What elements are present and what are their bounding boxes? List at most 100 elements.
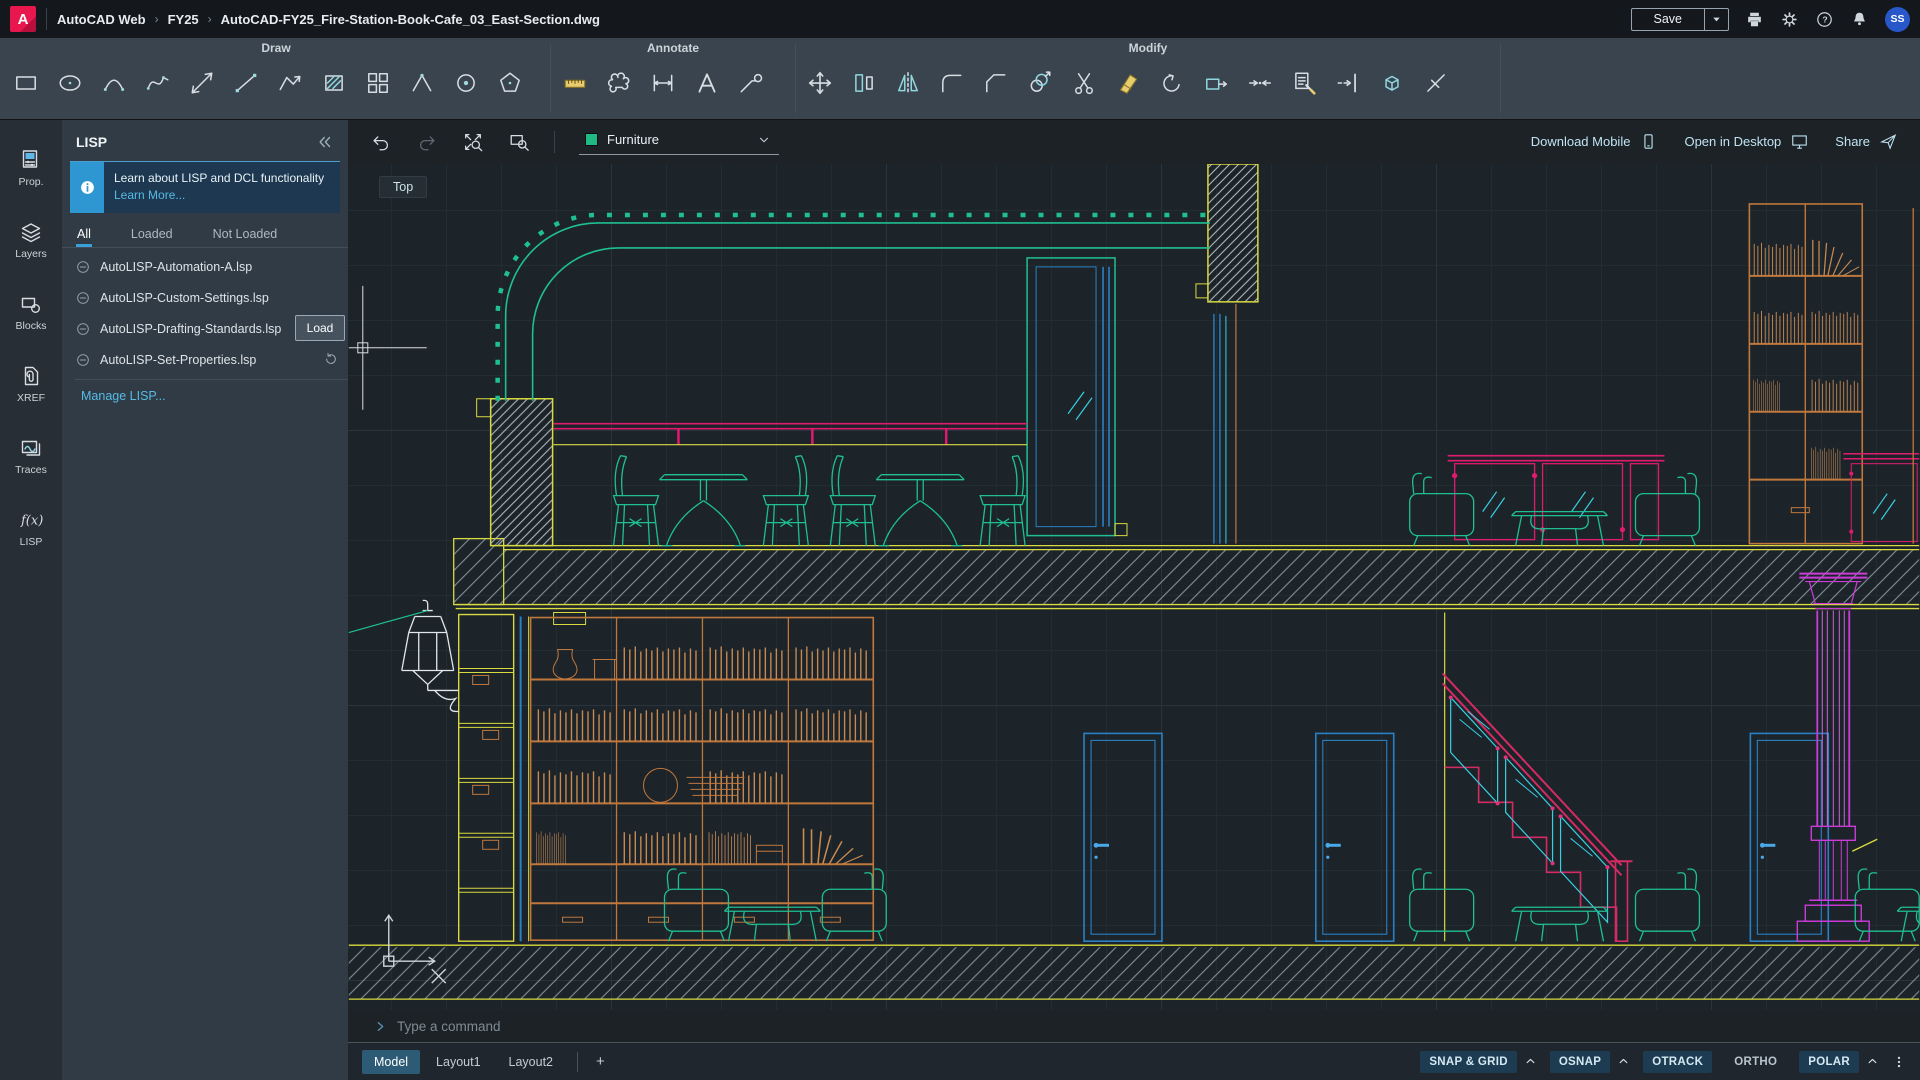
lisp-file-row[interactable]: AutoLISP-Set-Properties.lsp [62,344,348,375]
stairs [1443,673,1633,941]
tool-hatch-icon[interactable] [312,58,356,108]
divider [550,44,551,113]
sidebar-item-traces[interactable]: Traces [0,424,62,488]
load-button[interactable]: Load [295,315,345,341]
user-avatar[interactable]: SS [1885,7,1910,32]
sidebar-item-lisp[interactable]: f(x) LISP [0,496,62,560]
collapse-item-icon[interactable] [75,321,91,337]
toggle-snap-grid[interactable]: SNAP & GRID [1420,1051,1517,1073]
tool-trim-icon[interactable] [1062,58,1106,108]
tool-point-icon[interactable] [400,58,444,108]
lower-lounges [664,869,1920,941]
lisp-file-row[interactable]: AutoLISP-Custom-Settings.lsp [62,282,348,313]
tool-stretch-icon[interactable] [1194,58,1238,108]
tool-explode-icon[interactable] [1370,58,1414,108]
tool-rectangle-icon[interactable] [4,58,48,108]
cad-drawing[interactable] [348,164,1920,1010]
tool-donut-icon[interactable] [444,58,488,108]
lisp-file-row[interactable]: AutoLISP-Automation-A.lsp [62,251,348,282]
tool-polygon-icon[interactable] [488,58,532,108]
command-bar[interactable]: Type a command [348,1010,1920,1043]
tool-text-icon[interactable] [685,58,729,108]
add-layout-button[interactable]: + [590,1053,611,1070]
sidebar-item-label: LISP [20,536,43,548]
zoom-extents-icon[interactable] [462,131,484,153]
right-edge-railing [1843,208,1919,544]
tool-line-icon[interactable] [224,58,268,108]
breadcrumb-filename: AutoCAD-FY25_Fire-Station-Book-Cafe_03_E… [221,12,600,27]
tool-copy-icon[interactable] [1018,58,1062,108]
toggle-otrack[interactable]: OTRACK [1643,1051,1712,1073]
save-dropdown-button[interactable] [1704,9,1728,30]
tool-arc-icon[interactable] [92,58,136,108]
tool-move-icon[interactable] [798,58,842,108]
chevron-up-icon[interactable] [1617,1057,1630,1066]
collapse-item-icon[interactable] [75,352,91,368]
tab-layout2[interactable]: Layout2 [497,1050,565,1074]
share-link[interactable]: Share [1835,132,1898,151]
tool-polyline-icon[interactable] [268,58,312,108]
collapse-panel-icon[interactable] [316,133,334,151]
toggle-osnap[interactable]: OSNAP [1550,1051,1610,1073]
toggle-polar[interactable]: POLAR [1799,1051,1859,1073]
doors [1084,733,1828,941]
tab-model[interactable]: Model [362,1050,420,1074]
tool-revision-cloud-icon[interactable] [597,58,641,108]
view-label[interactable]: Top [379,176,427,198]
save-button[interactable]: Save [1632,9,1705,30]
tool-join-icon[interactable] [1238,58,1282,108]
sidebar-item-layers[interactable]: Layers [0,208,62,272]
command-input[interactable]: Type a command [397,1019,501,1034]
collapse-item-icon[interactable] [75,290,91,306]
tool-extend-icon[interactable] [1326,58,1370,108]
tool-dimension-icon[interactable] [641,58,685,108]
notifications-bell-icon[interactable] [1850,10,1869,29]
tool-ellipse-icon[interactable] [48,58,92,108]
layer-dropdown[interactable]: Furniture [579,128,779,155]
tab-all[interactable]: All [76,223,92,247]
tool-multileader-icon[interactable] [729,58,773,108]
tool-mirror-icon[interactable] [886,58,930,108]
tool-break-icon[interactable] [1414,58,1458,108]
chevron-up-icon[interactable] [1866,1057,1879,1066]
sidebar-item-properties[interactable]: Prop. [0,136,62,200]
manage-lisp-link[interactable]: Manage LISP... [81,389,166,403]
lisp-file-row[interactable]: AutoLISP-Drafting-Standards.lsp Load [62,313,348,344]
tool-match-properties-icon[interactable] [1282,58,1326,108]
ribbon: Draw Annotate Modify [0,38,1920,119]
learn-more-link[interactable]: Learn More... [114,187,324,204]
toggle-ortho[interactable]: ORTHO [1725,1051,1786,1073]
tool-offset-icon[interactable] [842,58,886,108]
more-options-icon[interactable] [1892,1053,1906,1071]
help-icon[interactable]: ? [1815,10,1834,29]
redo-icon[interactable] [416,131,438,153]
refresh-icon[interactable] [323,351,339,367]
tab-not-loaded[interactable]: Not Loaded [212,223,279,247]
chevron-up-icon[interactable] [1524,1057,1537,1066]
breadcrumb-app[interactable]: AutoCAD Web [57,12,146,27]
tool-linear-dimension-icon[interactable] [553,58,597,108]
sidebar-item-xref[interactable]: XREF [0,352,62,416]
collapse-item-icon[interactable] [75,259,91,275]
breadcrumb: AutoCAD Web › FY25 › AutoCAD-FY25_Fire-S… [57,12,600,27]
lower-bookshelf [531,617,874,940]
undo-icon[interactable] [370,131,392,153]
breadcrumb-project[interactable]: FY25 [168,12,199,27]
tool-erase-icon[interactable] [1106,58,1150,108]
settings-gear-icon[interactable] [1780,10,1799,29]
tab-loaded[interactable]: Loaded [130,223,174,247]
sidebar-item-blocks[interactable]: Blocks [0,280,62,344]
tool-spline-icon[interactable] [136,58,180,108]
tool-array-icon[interactable] [356,58,400,108]
sidebar-item-label: Layers [15,248,47,260]
zoom-window-icon[interactable] [508,131,530,153]
open-in-desktop-link[interactable]: Open in Desktop [1684,132,1809,151]
tab-layout1[interactable]: Layout1 [424,1050,492,1074]
drawing-viewport[interactable]: Top [348,164,1920,1010]
tool-rotate-icon[interactable] [1150,58,1194,108]
tool-chamfer-icon[interactable] [974,58,1018,108]
tool-xline-icon[interactable] [180,58,224,108]
printer-icon[interactable] [1745,10,1764,29]
tool-fillet-icon[interactable] [930,58,974,108]
download-mobile-link[interactable]: Download Mobile [1531,132,1659,151]
